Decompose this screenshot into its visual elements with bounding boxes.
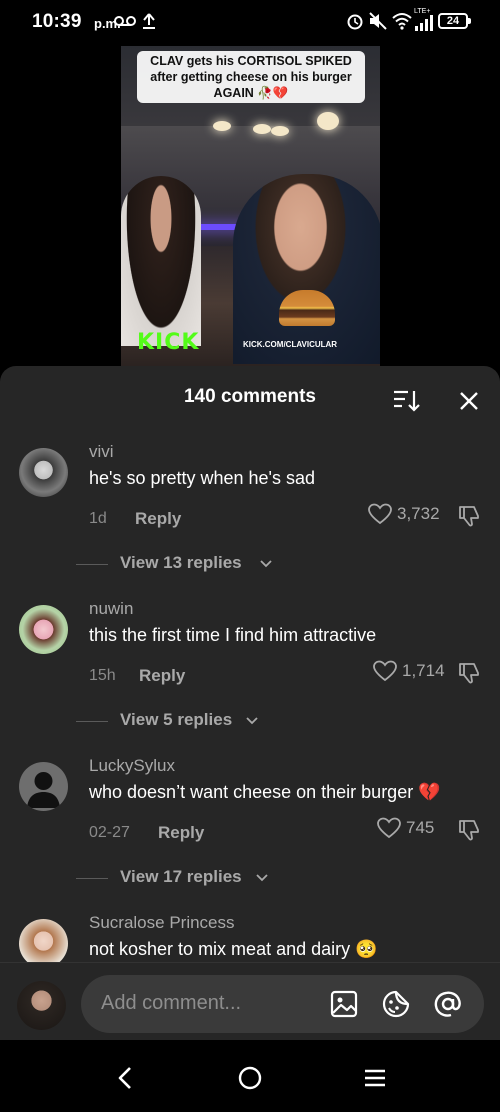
- comment-text: not kosher to mix meat and dairy 🥺: [89, 939, 378, 959]
- reply-button[interactable]: Reply: [158, 823, 204, 843]
- status-bar: 10:39 p.m. LTE+ 24: [0, 0, 500, 46]
- alarm-icon: [347, 14, 363, 30]
- comment-text: this the first time I find him attractiv…: [89, 625, 377, 645]
- reply-button[interactable]: Reply: [135, 509, 181, 529]
- avatar[interactable]: [19, 605, 68, 654]
- recents-menu-icon[interactable]: [360, 1064, 390, 1092]
- back-icon[interactable]: [112, 1064, 142, 1092]
- divider: [76, 564, 108, 565]
- comment-item: Sucralose Princess not kosher to mix mea…: [0, 911, 500, 963]
- chevron-down-icon: [256, 874, 268, 882]
- comment-text: who doesn’t want cheese on their burger …: [89, 782, 441, 802]
- heart-icon[interactable]: [368, 503, 392, 525]
- like-count: 745: [406, 818, 435, 837]
- default-avatar-icon: [27, 772, 60, 808]
- view-replies-label: View 13 replies: [120, 553, 242, 572]
- avatar[interactable]: [19, 762, 68, 811]
- view-replies-label: View 5 replies: [120, 710, 233, 729]
- ceiling-light: [253, 124, 271, 134]
- reply-button[interactable]: Reply: [139, 666, 185, 686]
- like-count: 1,714: [402, 661, 445, 680]
- comment-time: 02-27: [89, 824, 130, 841]
- voicemail-icon: [114, 16, 136, 26]
- video-person-right: [233, 174, 380, 364]
- comments-count-title: 140 comments: [183, 386, 316, 407]
- comment-text: he's so pretty when he's sad: [89, 468, 316, 488]
- heart-icon[interactable]: [377, 817, 401, 839]
- ceiling-light: [271, 126, 289, 136]
- video-person-left: [121, 176, 201, 346]
- chevron-down-icon: [246, 717, 258, 725]
- comment-input-bar: Add comment...: [0, 962, 500, 1041]
- comment-username[interactable]: LuckySylux: [89, 756, 175, 776]
- upload-icon: [143, 13, 155, 29]
- dislike-icon[interactable]: [457, 661, 481, 685]
- divider: [76, 721, 108, 722]
- image-icon[interactable]: [329, 989, 359, 1019]
- emoji-sticker-icon[interactable]: [381, 989, 411, 1019]
- divider: [76, 878, 108, 879]
- comment-username[interactable]: vivi: [89, 442, 114, 462]
- chevron-down-icon: [260, 560, 272, 568]
- close-icon[interactable]: [458, 390, 480, 412]
- mute-icon: [369, 12, 387, 30]
- avatar[interactable]: [19, 919, 68, 963]
- comment-username[interactable]: Sucralose Princess: [89, 913, 235, 933]
- comment-input[interactable]: Add comment...: [81, 975, 484, 1033]
- sort-icon[interactable]: [392, 388, 420, 414]
- dislike-icon[interactable]: [457, 818, 481, 842]
- ceiling-light: [317, 112, 339, 130]
- video-url: KICK.COM/CLAVICULAR: [243, 340, 338, 349]
- comment-username[interactable]: nuwin: [89, 599, 133, 619]
- video-caption: CLAV gets his CORTISOL SPIKED after gett…: [137, 51, 365, 103]
- video-player[interactable]: CLAV gets his CORTISOL SPIKED after gett…: [121, 46, 380, 368]
- my-avatar[interactable]: [17, 981, 66, 1030]
- comments-sheet: 140 comments vivi he's so pretty when he…: [0, 366, 500, 1112]
- kick-logo: KICK: [137, 330, 200, 355]
- system-navigation-bar: [0, 1040, 500, 1112]
- signal-icon: [415, 15, 433, 31]
- network-type: LTE+: [414, 8, 431, 15]
- comment-input-placeholder: Add comment...: [101, 992, 242, 1014]
- home-icon[interactable]: [235, 1064, 265, 1092]
- clock: 10:39: [32, 11, 82, 32]
- comment-time: 15h: [89, 667, 116, 684]
- view-replies-label: View 17 replies: [120, 867, 242, 886]
- wifi-icon: [392, 13, 412, 30]
- avatar[interactable]: [19, 448, 68, 497]
- dislike-icon[interactable]: [457, 504, 481, 528]
- comment-time: 1d: [89, 510, 107, 527]
- like-count: 3,732: [397, 504, 440, 523]
- battery-icon: 24: [438, 13, 471, 29]
- heart-icon[interactable]: [373, 660, 397, 682]
- mention-icon[interactable]: [433, 989, 463, 1019]
- burger-image: [279, 290, 335, 326]
- ceiling-light: [213, 121, 231, 131]
